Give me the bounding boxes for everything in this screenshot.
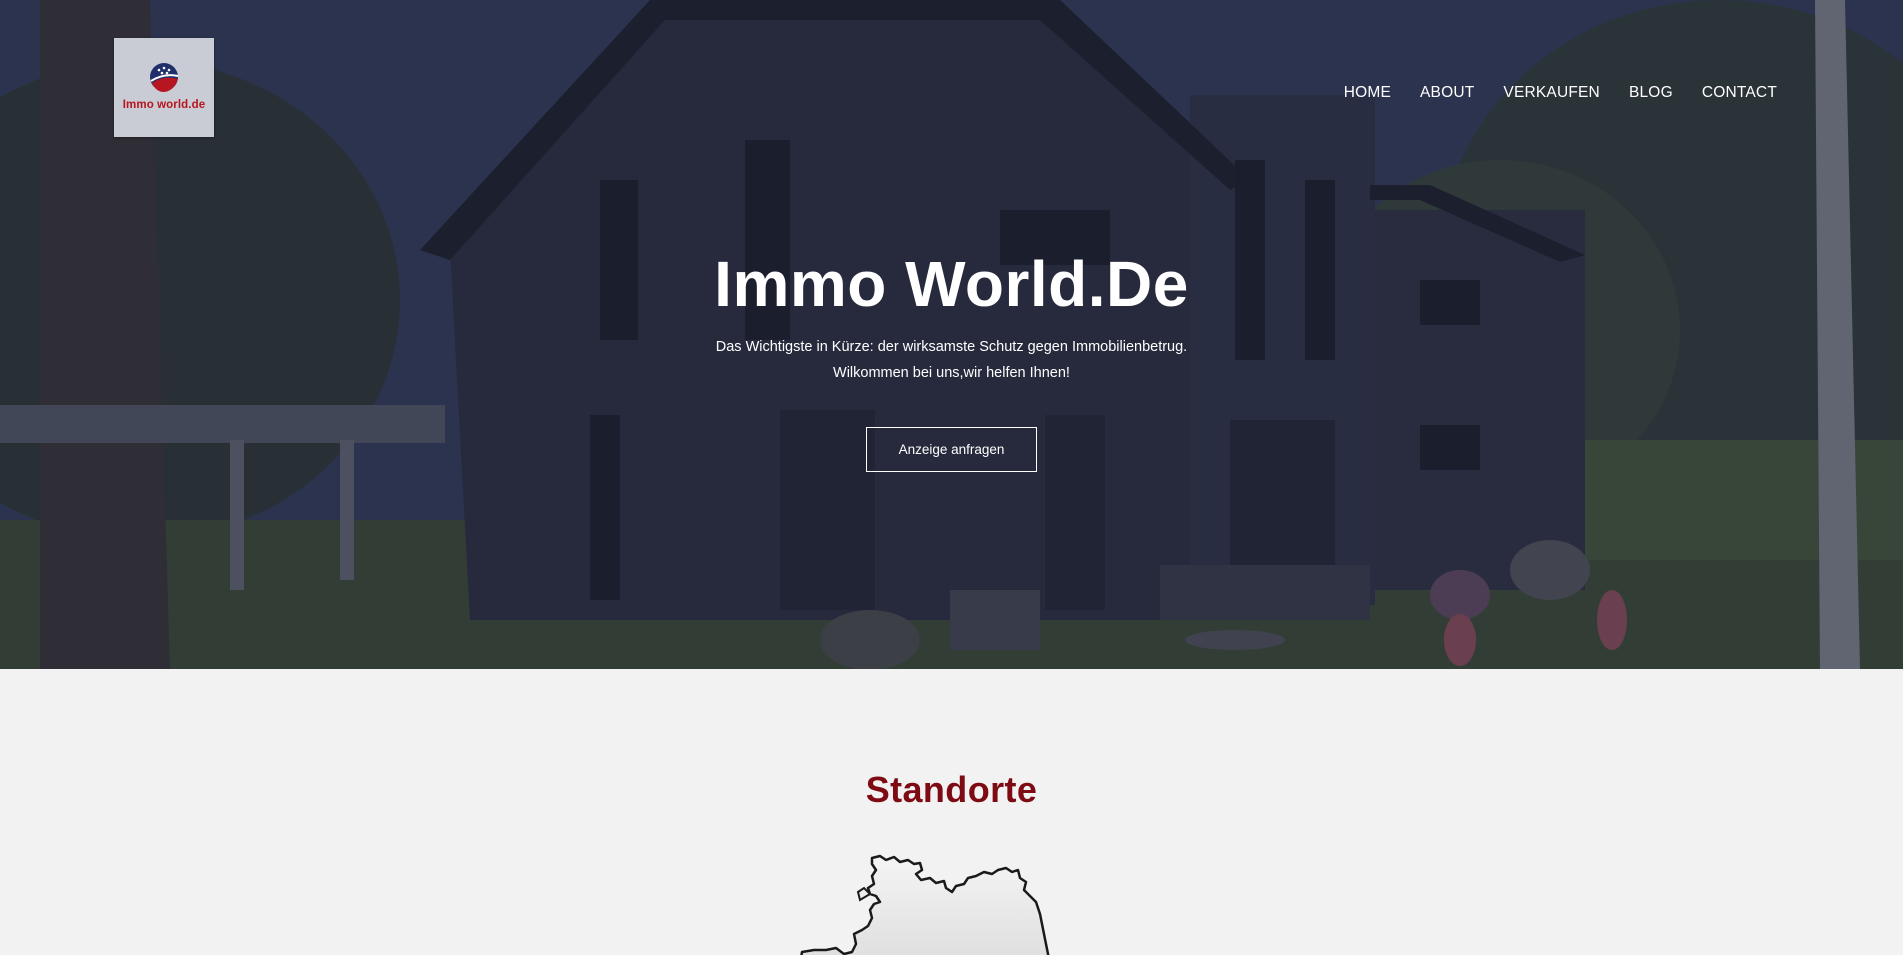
germany-map-icon[interactable] [800,854,1130,955]
nav-item-home[interactable]: HOME [1344,84,1391,102]
locations-title: Standorte [865,769,1038,810]
main-navigation: HOME ABOUT VERKAUFEN BLOG CONTACT [1315,84,1777,102]
nav-item-contact[interactable]: CONTACT [1702,84,1777,102]
request-ad-button[interactable]: Anzeige anfragen [866,427,1037,472]
nav-item-blog[interactable]: BLOG [1629,84,1673,102]
hero-subtitle-line-2: Wilkommen bei uns,wir helfen Ihnen! [833,365,1070,381]
hero-title: Immo World.De [714,248,1189,320]
hero-subtitle-line-1: Das Wichtigste in Kürze: der wirksamste … [715,339,1188,355]
nav-item-verkaufen[interactable]: VERKAUFEN [1503,84,1600,102]
hero-content: Immo World.De Das Wichtigste in Kürze: d… [0,244,1903,472]
hero-subtitle: Das Wichtigste in Kürze: der wirksamste … [0,334,1903,386]
nav-item-about[interactable]: ABOUT [1420,84,1474,102]
logo-text: Immo world.de [122,98,206,111]
site-logo[interactable]: Immo world.de [114,38,214,137]
logo-globe-icon [150,62,179,92]
locations-section: Standorte [0,669,1903,955]
hero-section: Immo world.de HOME ABOUT VERKAUFEN BLOG … [0,0,1903,669]
